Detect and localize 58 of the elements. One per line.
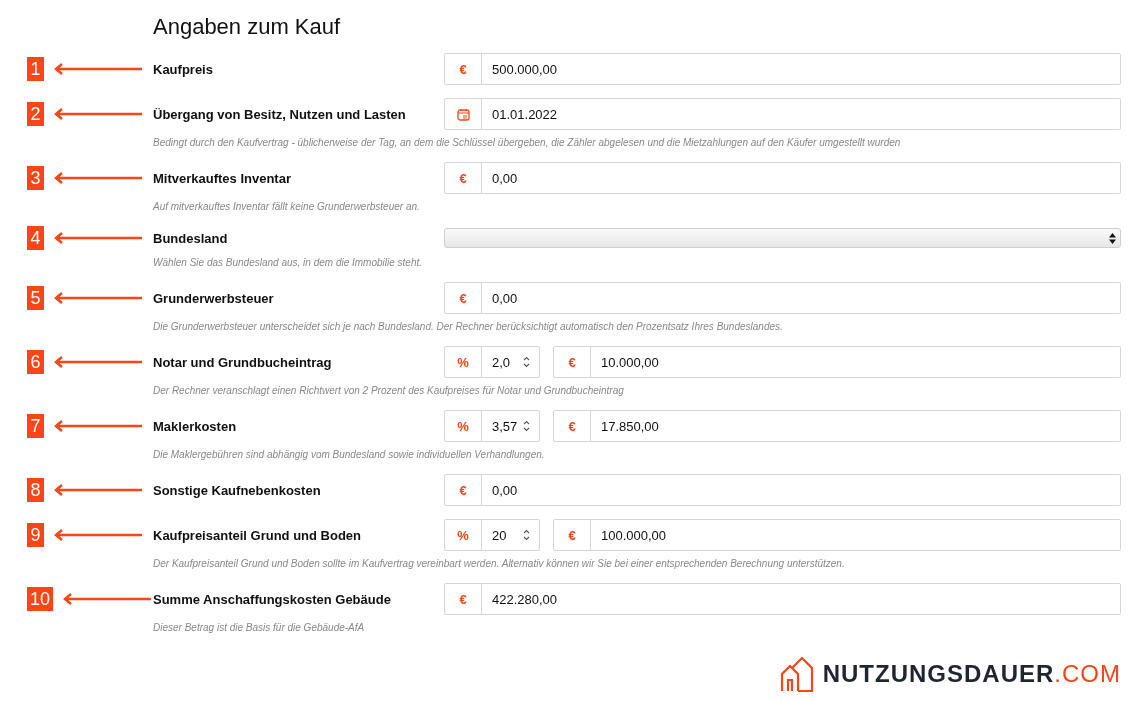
- percent-field[interactable]: % 20: [444, 519, 540, 551]
- arrow-icon: [54, 356, 142, 368]
- field-label: Grunderwerbsteuer: [153, 290, 275, 306]
- number-badge: 7: [27, 414, 44, 438]
- field-hint: Dieser Betrag ist die Basis für die Gebäude-AfA: [153, 621, 366, 635]
- amount-field[interactable]: € 0,00: [444, 162, 1121, 194]
- amount-field[interactable]: € 10.000,00: [553, 346, 1121, 378]
- number-badge: 4: [27, 226, 44, 250]
- field-label: Notar und Grundbucheintrag: [153, 354, 333, 370]
- amount-field[interactable]: € 0,00: [444, 282, 1121, 314]
- number-badge: 1: [27, 57, 44, 81]
- field-label: Kaufpreis: [153, 61, 214, 77]
- amount-field[interactable]: € 0,00: [444, 474, 1121, 506]
- field-hint: Die Maklergebühren sind abhängig vom Bundesland sowie individuellen Verhandlungen.: [153, 448, 546, 462]
- field-hint: Auf mitverkauftes Inventar fällt keine Grunderwerbsteuer an.: [153, 200, 421, 214]
- percent-field[interactable]: % 3,57: [444, 410, 540, 442]
- number-badge: 8: [27, 478, 44, 502]
- field-label: Kaufpreisanteil Grund und Boden: [153, 527, 362, 543]
- field-hint: Der Kaufpreisanteil Grund und Boden sollte im Kaufvertrag vereinbart werden. Alternativ können wir Sie bei einer entsprechenden Berechnung unterstützen.: [153, 557, 846, 571]
- arrow-icon: [63, 593, 152, 605]
- amount-field[interactable]: € 500.000,00: [444, 53, 1121, 85]
- arrow-icon: [54, 232, 142, 244]
- percent-field[interactable]: % 2,0: [444, 346, 540, 378]
- section-title: Angaben zum Kauf: [153, 14, 342, 40]
- number-badge: 3: [27, 166, 44, 190]
- field-hint: Die Grunderwerbsteuer unterscheidet sich je nach Bundesland. Der Rechner berücksichtigt automatisch den Prozentsatz Ihres Bundeslandes.: [153, 320, 784, 334]
- field-label: Mitverkauftes Inventar: [153, 170, 292, 186]
- field-label: Übergang von Besitz, Nutzen und Lasten: [153, 106, 407, 122]
- field-hint: Der Rechner veranschlagt einen Richtwert von 2 Prozent des Kaufpreises für Notar und Grundbucheintrag: [153, 384, 625, 398]
- field-label: Maklerkosten: [153, 418, 238, 434]
- stepper-icon[interactable]: [522, 419, 531, 433]
- date-field[interactable]: 01.01.2022: [444, 98, 1121, 130]
- number-badge: 6: [27, 350, 44, 374]
- calendar-icon: [456, 107, 470, 121]
- stepper-icon[interactable]: [522, 355, 531, 369]
- house-logo-icon: [779, 656, 814, 692]
- arrow-icon: [54, 108, 142, 120]
- arrow-icon: [54, 529, 142, 541]
- amount-field[interactable]: € 17.850,00: [553, 410, 1121, 442]
- number-badge: 5: [27, 286, 44, 310]
- up-down-icon: [1109, 232, 1116, 244]
- field-hint: Bedingt durch den Kaufvertrag - üblicherweise der Tag, an dem die Schlüssel übergeben, die Zähler abgelesen und die Mietzahlungen auf den Käufer umgestellt wurden: [153, 136, 902, 150]
- field-label: Sonstige Kaufnebenkosten: [153, 482, 322, 498]
- stepper-icon[interactable]: [522, 528, 531, 542]
- arrow-icon: [54, 484, 142, 496]
- arrow-icon: [54, 172, 142, 184]
- arrow-icon: [54, 63, 142, 75]
- logo-text: NUTZUNGSDAUER.COM: [822, 660, 1121, 688]
- number-badge: 2: [27, 102, 44, 126]
- field-label: Bundesland: [153, 230, 229, 246]
- number-badge: 9: [27, 523, 44, 547]
- amount-field[interactable]: € 100.000,00: [553, 519, 1121, 551]
- arrow-icon: [54, 420, 142, 432]
- arrow-icon: [54, 292, 142, 304]
- number-badge: 10: [27, 587, 54, 611]
- field-label: Summe Anschaffungskosten Gebäude: [153, 591, 392, 607]
- field-hint: Wählen Sie das Bundesland aus, in dem die Immobilie steht.: [153, 256, 424, 270]
- amount-field[interactable]: € 422.280,00: [444, 583, 1121, 615]
